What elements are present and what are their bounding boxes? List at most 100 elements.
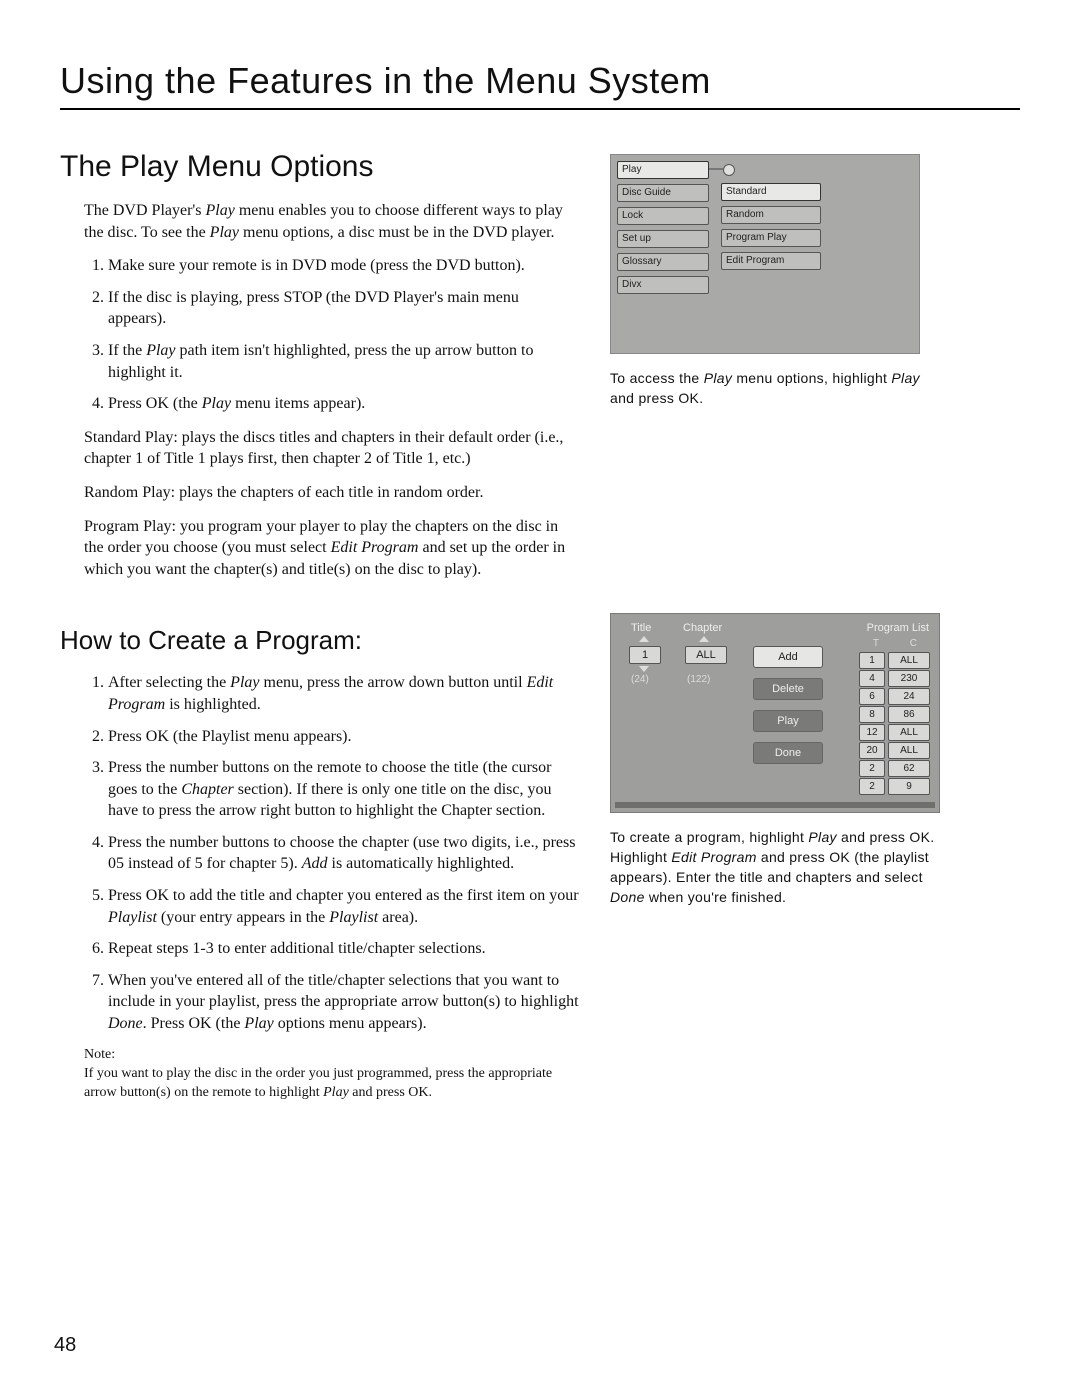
play-word4: Play bbox=[202, 395, 231, 412]
menu-connector-dot bbox=[723, 164, 735, 176]
edit-program-word: Edit Program bbox=[331, 539, 419, 556]
cp7a: When you've entered all of the title/cha… bbox=[108, 972, 579, 1011]
program-list-row: 1ALL bbox=[859, 652, 931, 667]
two-column-layout: The Play Menu Options The DVD Player's P… bbox=[60, 150, 1020, 1102]
f2c-d: when you're finished. bbox=[645, 889, 787, 905]
random-a: Random Play: bbox=[84, 484, 175, 501]
play-word6: Play bbox=[244, 1015, 273, 1032]
note-b: and press OK. bbox=[349, 1085, 432, 1100]
menu-item-setup: Set up bbox=[617, 230, 709, 248]
random-b: plays the chapters of each title in rand… bbox=[175, 484, 483, 501]
program-list-cell-c: ALL bbox=[888, 724, 930, 741]
menu-connector bbox=[709, 168, 723, 170]
step3: If the Play path item isn't highlighted,… bbox=[108, 340, 580, 383]
menu-item-edit-program: Edit Program bbox=[721, 252, 821, 270]
program-list-row: 262 bbox=[859, 760, 931, 775]
cp-step4: Press the number buttons to choose the c… bbox=[108, 832, 580, 875]
program-list-cell-c: 86 bbox=[888, 706, 930, 723]
cp1c: is highlighted. bbox=[165, 696, 261, 713]
chapter-column-head: Chapter bbox=[683, 622, 722, 634]
chapter-title: Using the Features in the Menu System bbox=[60, 60, 1020, 110]
cp-step7: When you've entered all of the title/cha… bbox=[108, 970, 580, 1035]
page-number: 48 bbox=[54, 1334, 76, 1357]
program-a: Program Play: bbox=[84, 518, 180, 535]
note-a: If you want to play the disc in the orde… bbox=[84, 1066, 552, 1100]
intro-a: The DVD Player's bbox=[84, 202, 206, 219]
figure-program-list: Title 1 (24) Chapter ALL (122) Add Delet… bbox=[610, 613, 940, 813]
intro-paragraph: The DVD Player's Play menu enables you t… bbox=[60, 200, 580, 243]
chapter-count: (122) bbox=[687, 674, 710, 685]
steps-list-2: After selecting the Play menu, press the… bbox=[60, 672, 580, 1034]
menu-item-glossary: Glossary bbox=[617, 253, 709, 271]
f1c-c: and press OK. bbox=[610, 390, 703, 406]
cp1b: menu, press the arrow down button until bbox=[260, 674, 527, 691]
s3a: If the bbox=[108, 342, 146, 359]
cp7c: options menu appears). bbox=[274, 1015, 427, 1032]
menu-item-divx: Divx bbox=[617, 276, 709, 294]
playlist-word: Playlist bbox=[108, 909, 157, 926]
play-word3: Play bbox=[146, 342, 175, 359]
play-word2: Play bbox=[210, 224, 239, 241]
standard-a: Standard Play: bbox=[84, 429, 178, 446]
step1: Make sure your remote is in DVD mode (pr… bbox=[108, 255, 580, 277]
cp4b: is automatically highlighted. bbox=[328, 855, 515, 872]
figure-play-menu: Play Disc Guide Lock Set up Glossary Div… bbox=[610, 154, 920, 354]
chapter-value-box: ALL bbox=[685, 646, 727, 664]
play-word5: Play bbox=[230, 674, 259, 691]
menu-item-lock: Lock bbox=[617, 207, 709, 225]
cp5b: (your entry appears in the bbox=[157, 909, 329, 926]
spacer bbox=[610, 423, 940, 613]
cp-step1: After selecting the Play menu, press the… bbox=[108, 672, 580, 715]
bottom-bar bbox=[615, 802, 935, 808]
program-list-row: 29 bbox=[859, 778, 931, 793]
note-label: Note: bbox=[84, 1047, 580, 1063]
arrow-up-icon bbox=[699, 636, 709, 642]
done-word: Done bbox=[108, 1015, 143, 1032]
play-word-cap1: Play bbox=[704, 370, 732, 386]
f1c-a: To access the bbox=[610, 370, 704, 386]
intro-c: menu options, a disc must be in the DVD … bbox=[239, 224, 555, 241]
program-list-th-c: C bbox=[910, 638, 917, 649]
menu-item-program-play: Program Play bbox=[721, 229, 821, 247]
arrow-up-icon bbox=[639, 636, 649, 642]
program-list-cell-c: 24 bbox=[888, 688, 930, 705]
note-text: If you want to play the disc in the orde… bbox=[84, 1065, 580, 1103]
menu-item-random: Random bbox=[721, 206, 821, 224]
menu-item-disc-guide: Disc Guide bbox=[617, 184, 709, 202]
arrow-down-icon bbox=[639, 666, 649, 672]
program-play-para: Program Play: you program your player to… bbox=[60, 516, 580, 581]
right-column: Play Disc Guide Lock Set up Glossary Div… bbox=[610, 150, 940, 1102]
program-list-row: 886 bbox=[859, 706, 931, 721]
f1c-b: menu options, highlight bbox=[732, 370, 891, 386]
title-value-box: 1 bbox=[629, 646, 661, 664]
play-button: Play bbox=[753, 710, 823, 732]
title-count: (24) bbox=[631, 674, 649, 685]
f2c-a: To create a program, highlight bbox=[610, 829, 808, 845]
add-word: Add bbox=[302, 855, 328, 872]
section-title-create-program: How to Create a Program: bbox=[60, 625, 580, 656]
random-play-para: Random Play: plays the chapters of each … bbox=[60, 482, 580, 504]
program-list-cell-t: 20 bbox=[859, 742, 885, 759]
page: Using the Features in the Menu System Th… bbox=[0, 0, 1080, 1397]
program-list-cell-t: 4 bbox=[859, 670, 885, 687]
steps-list-1: Make sure your remote is in DVD mode (pr… bbox=[60, 255, 580, 415]
program-list-row: 12ALL bbox=[859, 724, 931, 739]
figure1-caption: To access the Play menu options, highlig… bbox=[610, 368, 940, 409]
program-list-cell-t: 2 bbox=[859, 778, 885, 795]
section-title-play-menu: The Play Menu Options bbox=[60, 150, 580, 184]
program-list-cell-t: 12 bbox=[859, 724, 885, 741]
figure2-caption: To create a program, highlight Play and … bbox=[610, 827, 940, 908]
cp5a: Press OK to add the title and chapter yo… bbox=[108, 887, 579, 904]
program-list-cell-c: ALL bbox=[888, 652, 930, 669]
menu-left-col: Play Disc Guide Lock Set up Glossary Div… bbox=[617, 161, 709, 299]
done-button: Done bbox=[753, 742, 823, 764]
done-cap: Done bbox=[610, 889, 645, 905]
delete-button: Delete bbox=[753, 678, 823, 700]
program-list-cell-t: 1 bbox=[859, 652, 885, 669]
cp-step2: Press OK (the Playlist menu appears). bbox=[108, 726, 580, 748]
cp1a: After selecting the bbox=[108, 674, 230, 691]
program-list-cell-c: 62 bbox=[888, 760, 930, 777]
left-column: The Play Menu Options The DVD Player's P… bbox=[60, 150, 580, 1102]
program-list-cell-t: 8 bbox=[859, 706, 885, 723]
program-list-cell-c: ALL bbox=[888, 742, 930, 759]
